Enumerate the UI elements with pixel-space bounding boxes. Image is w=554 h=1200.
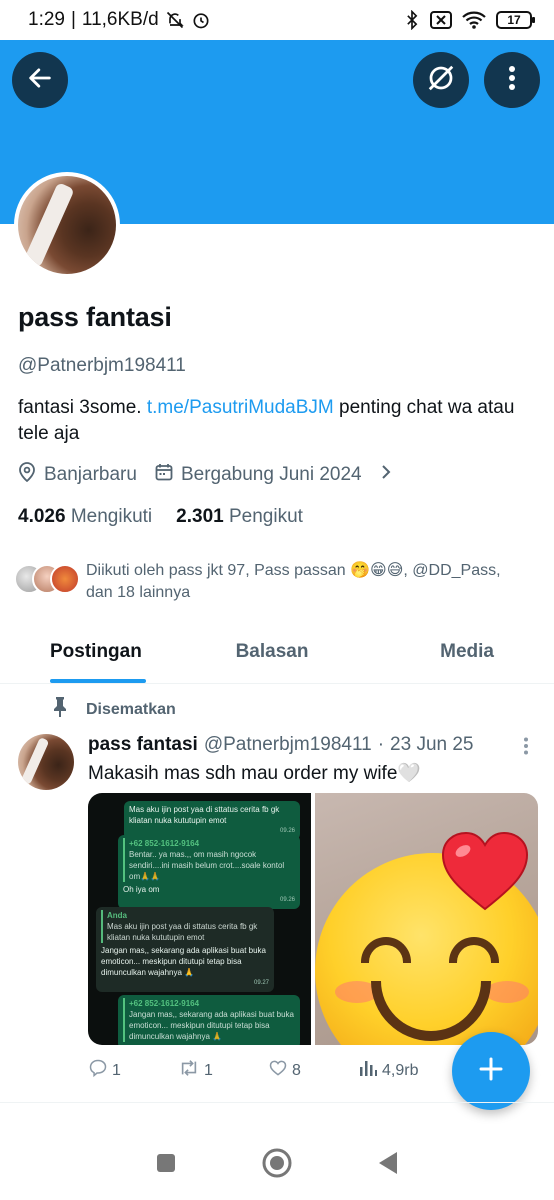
more-options-button[interactable] [484,52,540,108]
chat-quote-text: Bentar.. ya mas.,, om masih ngocok sendi… [129,850,285,881]
system-back-button[interactable] [368,1145,408,1185]
emoji-photo-image[interactable] [315,793,538,1045]
followers-stat[interactable]: 2.301 Pengikut [176,506,303,528]
back-button[interactable] [12,52,68,108]
pinned-indicator: Disematkan [50,696,176,723]
bio-text: fantasi 3some. [18,397,142,418]
post-more-button[interactable] [514,736,538,760]
profile-joined: Bergabung Juni 2024 [180,464,362,485]
profile-name: pass fantasi [18,302,172,332]
chat-quote: +62 852-1612-9164 Jangan mas,, sekarang … [123,998,295,1042]
triangle-back-icon [377,1150,399,1181]
compose-button[interactable] [452,1032,530,1110]
chat-message: Mas aku ijin post yaa di sttatus cerita … [129,805,280,825]
profile-stats: 4.026 Mengikuti 2.301 Pengikut [18,506,303,528]
chat-quote-text: Mas aku ijin post yaa di sttatus cerita … [107,922,258,942]
tab-balasan[interactable]: Balasan [198,620,346,683]
system-nav-bar [0,1130,554,1200]
tab-postingan[interactable]: Postingan [0,620,198,683]
followers-label: Pengikut [228,506,303,527]
pinned-label: Disematkan [86,700,176,718]
home-button[interactable] [257,1145,297,1185]
tab-media[interactable]: Media [346,620,554,683]
post-author-handle[interactable]: @Patnerbjm198411 [204,734,372,756]
status-time: 1:29 [28,9,65,30]
views-count: 4,9rb [382,1061,419,1079]
bluetooth-icon [404,10,420,30]
wifi-icon [462,11,486,29]
profile-meta: Banjarbaru Bergabung Juni 2024 [18,462,392,488]
like-button[interactable]: 8 [268,1058,358,1083]
post-media[interactable]: Mas aku ijin post yaa di sttatus cerita … [88,793,538,1045]
following-count: 4.026 [18,506,66,527]
grok-icon [426,63,456,98]
followed-by[interactable]: Diikuti oleh pass jkt 97, Pass passan 🤭😁… [14,560,534,604]
status-speed: 11,6KB/d [81,9,159,30]
grok-button[interactable] [413,52,469,108]
status-separator: | [70,9,76,30]
repost-button[interactable]: 1 [178,1058,268,1083]
post-separator: · [377,734,385,755]
profile-tabs: Postingan Balasan Media [0,620,554,684]
post-author-name[interactable]: pass fantasi [88,734,198,756]
chat-time: 09.26 [279,897,295,903]
chat-quote-text: Jangan mas,, sekarang ada aplikasi buat … [129,1010,294,1041]
views-button[interactable]: 4,9rb [358,1058,448,1083]
post-author-avatar[interactable] [18,734,74,790]
circle-home-icon [261,1147,293,1184]
bio-link[interactable]: t.me/PasutriMudaBJM [147,397,334,418]
follower-avatars [14,560,86,596]
chat-message: Oh iya om [123,885,160,894]
square-icon [155,1152,177,1179]
followers-count: 2.301 [176,506,224,527]
mute-bell-icon [165,10,185,30]
profile-bio: fantasi 3some. t.me/PasutriMudaBJM penti… [18,395,528,447]
chat-screenshot-image[interactable]: Mas aku ijin post yaa di sttatus cerita … [88,793,311,1045]
profile-avatar[interactable] [14,172,120,278]
chevron-right-icon[interactable] [380,463,392,487]
chat-time: 09.27 [253,980,269,986]
post-text: Makasih mas sdh mau order my wife🤍 [88,763,422,784]
back-arrow-icon [26,64,54,97]
profile-location: Banjarbaru [44,464,137,485]
like-icon [268,1058,288,1083]
repost-icon [178,1058,200,1083]
calendar-icon [155,463,173,487]
compose-plus-icon [477,1055,505,1088]
post-header: pass fantasi @Patnerbjm198411 · 23 Jun 2… [88,734,474,756]
post-actions: 1 1 8 4,9rb [88,1058,448,1083]
status-bar: 1:29 | 11,6KB/d 17 [0,0,554,40]
no-sim-icon [430,11,452,29]
chat-quote-name: +62 852-1612-9164 [129,999,200,1008]
chat-message: Jangan mas,, sekarang ada aplikasi buat … [101,946,266,977]
recents-button[interactable] [146,1145,186,1185]
reply-icon [88,1058,108,1083]
chat-quote: Anda Mas aku ijin post yaa di sttatus ce… [101,910,269,943]
chat-bubble: +62 852-1612-9164 Jangan mas,, sekarang … [118,995,300,1045]
following-label: Mengikuti [70,506,153,527]
chat-bubble: Anda Mas aku ijin post yaa di sttatus ce… [96,907,274,992]
like-count: 8 [292,1061,301,1079]
chat-quote-name: +62 852-1612-9164 [129,839,200,848]
alarm-icon [191,10,211,30]
post-date[interactable]: 23 Jun 25 [390,734,473,756]
divider [0,1102,554,1103]
profile-handle: @Patnerbjm198411 [18,355,186,376]
heart-emoji [441,831,529,911]
followed-by-text: Diikuti oleh pass jkt 97, Pass passan 🤭😁… [86,562,501,601]
location-icon [18,462,36,488]
pin-icon [50,696,70,723]
chat-bubble: +62 852-1612-9164 Bentar.. ya mas.,, om … [118,835,300,909]
reply-button[interactable]: 1 [88,1058,178,1083]
battery-indicator: 17 [496,11,535,29]
views-icon [358,1058,378,1083]
more-vertical-icon [523,737,529,760]
chat-quote-name: Anda [107,911,127,920]
repost-count: 1 [204,1061,213,1079]
following-stat[interactable]: 4.026 Mengikuti [18,506,152,528]
chat-quote: +62 852-1612-9164 Bentar.. ya mas.,, om … [123,838,295,882]
avatar [50,564,80,594]
reply-count: 1 [112,1061,121,1079]
more-vertical-icon [508,65,516,96]
